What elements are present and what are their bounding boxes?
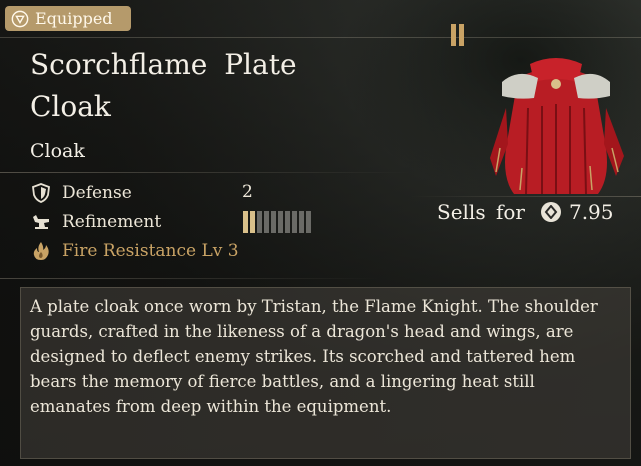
sell-value: 7.95 [568, 200, 614, 224]
item-description: A plate cloak once worn by Tristan, the … [30, 297, 598, 416]
shield-icon [32, 183, 50, 203]
refinement-pip [299, 211, 304, 233]
flame-icon [33, 242, 49, 260]
divider [0, 172, 410, 173]
refinement-pip [278, 211, 283, 233]
refinement-pip [271, 211, 276, 233]
refinement-pip [243, 211, 248, 233]
stat-label: Defense [62, 183, 132, 203]
refinement-pip [257, 211, 262, 233]
sell-label: Sells for [437, 200, 525, 224]
refinement-pip [264, 211, 269, 233]
equipped-badge: Equipped [5, 6, 131, 31]
coin-icon [540, 202, 561, 222]
divider [0, 37, 641, 38]
refinement-pip [285, 211, 290, 233]
refine-marker-icon [451, 24, 464, 46]
divider [0, 278, 380, 279]
stat-label: Fire Resistance Lv 3 [62, 241, 239, 261]
stat-refinement: Refinement [30, 210, 161, 234]
divider [410, 196, 641, 197]
refinement-pip [306, 211, 311, 233]
refinement-pip [292, 211, 297, 233]
anvil-icon [33, 215, 49, 229]
sell-price: Sells for 7.95 [437, 200, 614, 224]
equipped-label: Equipped [35, 9, 113, 28]
cloak-image [490, 58, 624, 195]
item-title: Scorchflame Plate Cloak [30, 48, 297, 123]
stat-defense: Defense [30, 181, 132, 205]
stat-value: 2 [242, 182, 253, 202]
refinement-pip [250, 211, 255, 233]
refinement-bar [243, 211, 311, 233]
equipped-shield-icon [11, 10, 29, 27]
stat-fire-resistance: Fire Resistance Lv 3 [30, 239, 239, 263]
stat-label: Refinement [62, 212, 162, 232]
item-type: Cloak [30, 140, 85, 162]
